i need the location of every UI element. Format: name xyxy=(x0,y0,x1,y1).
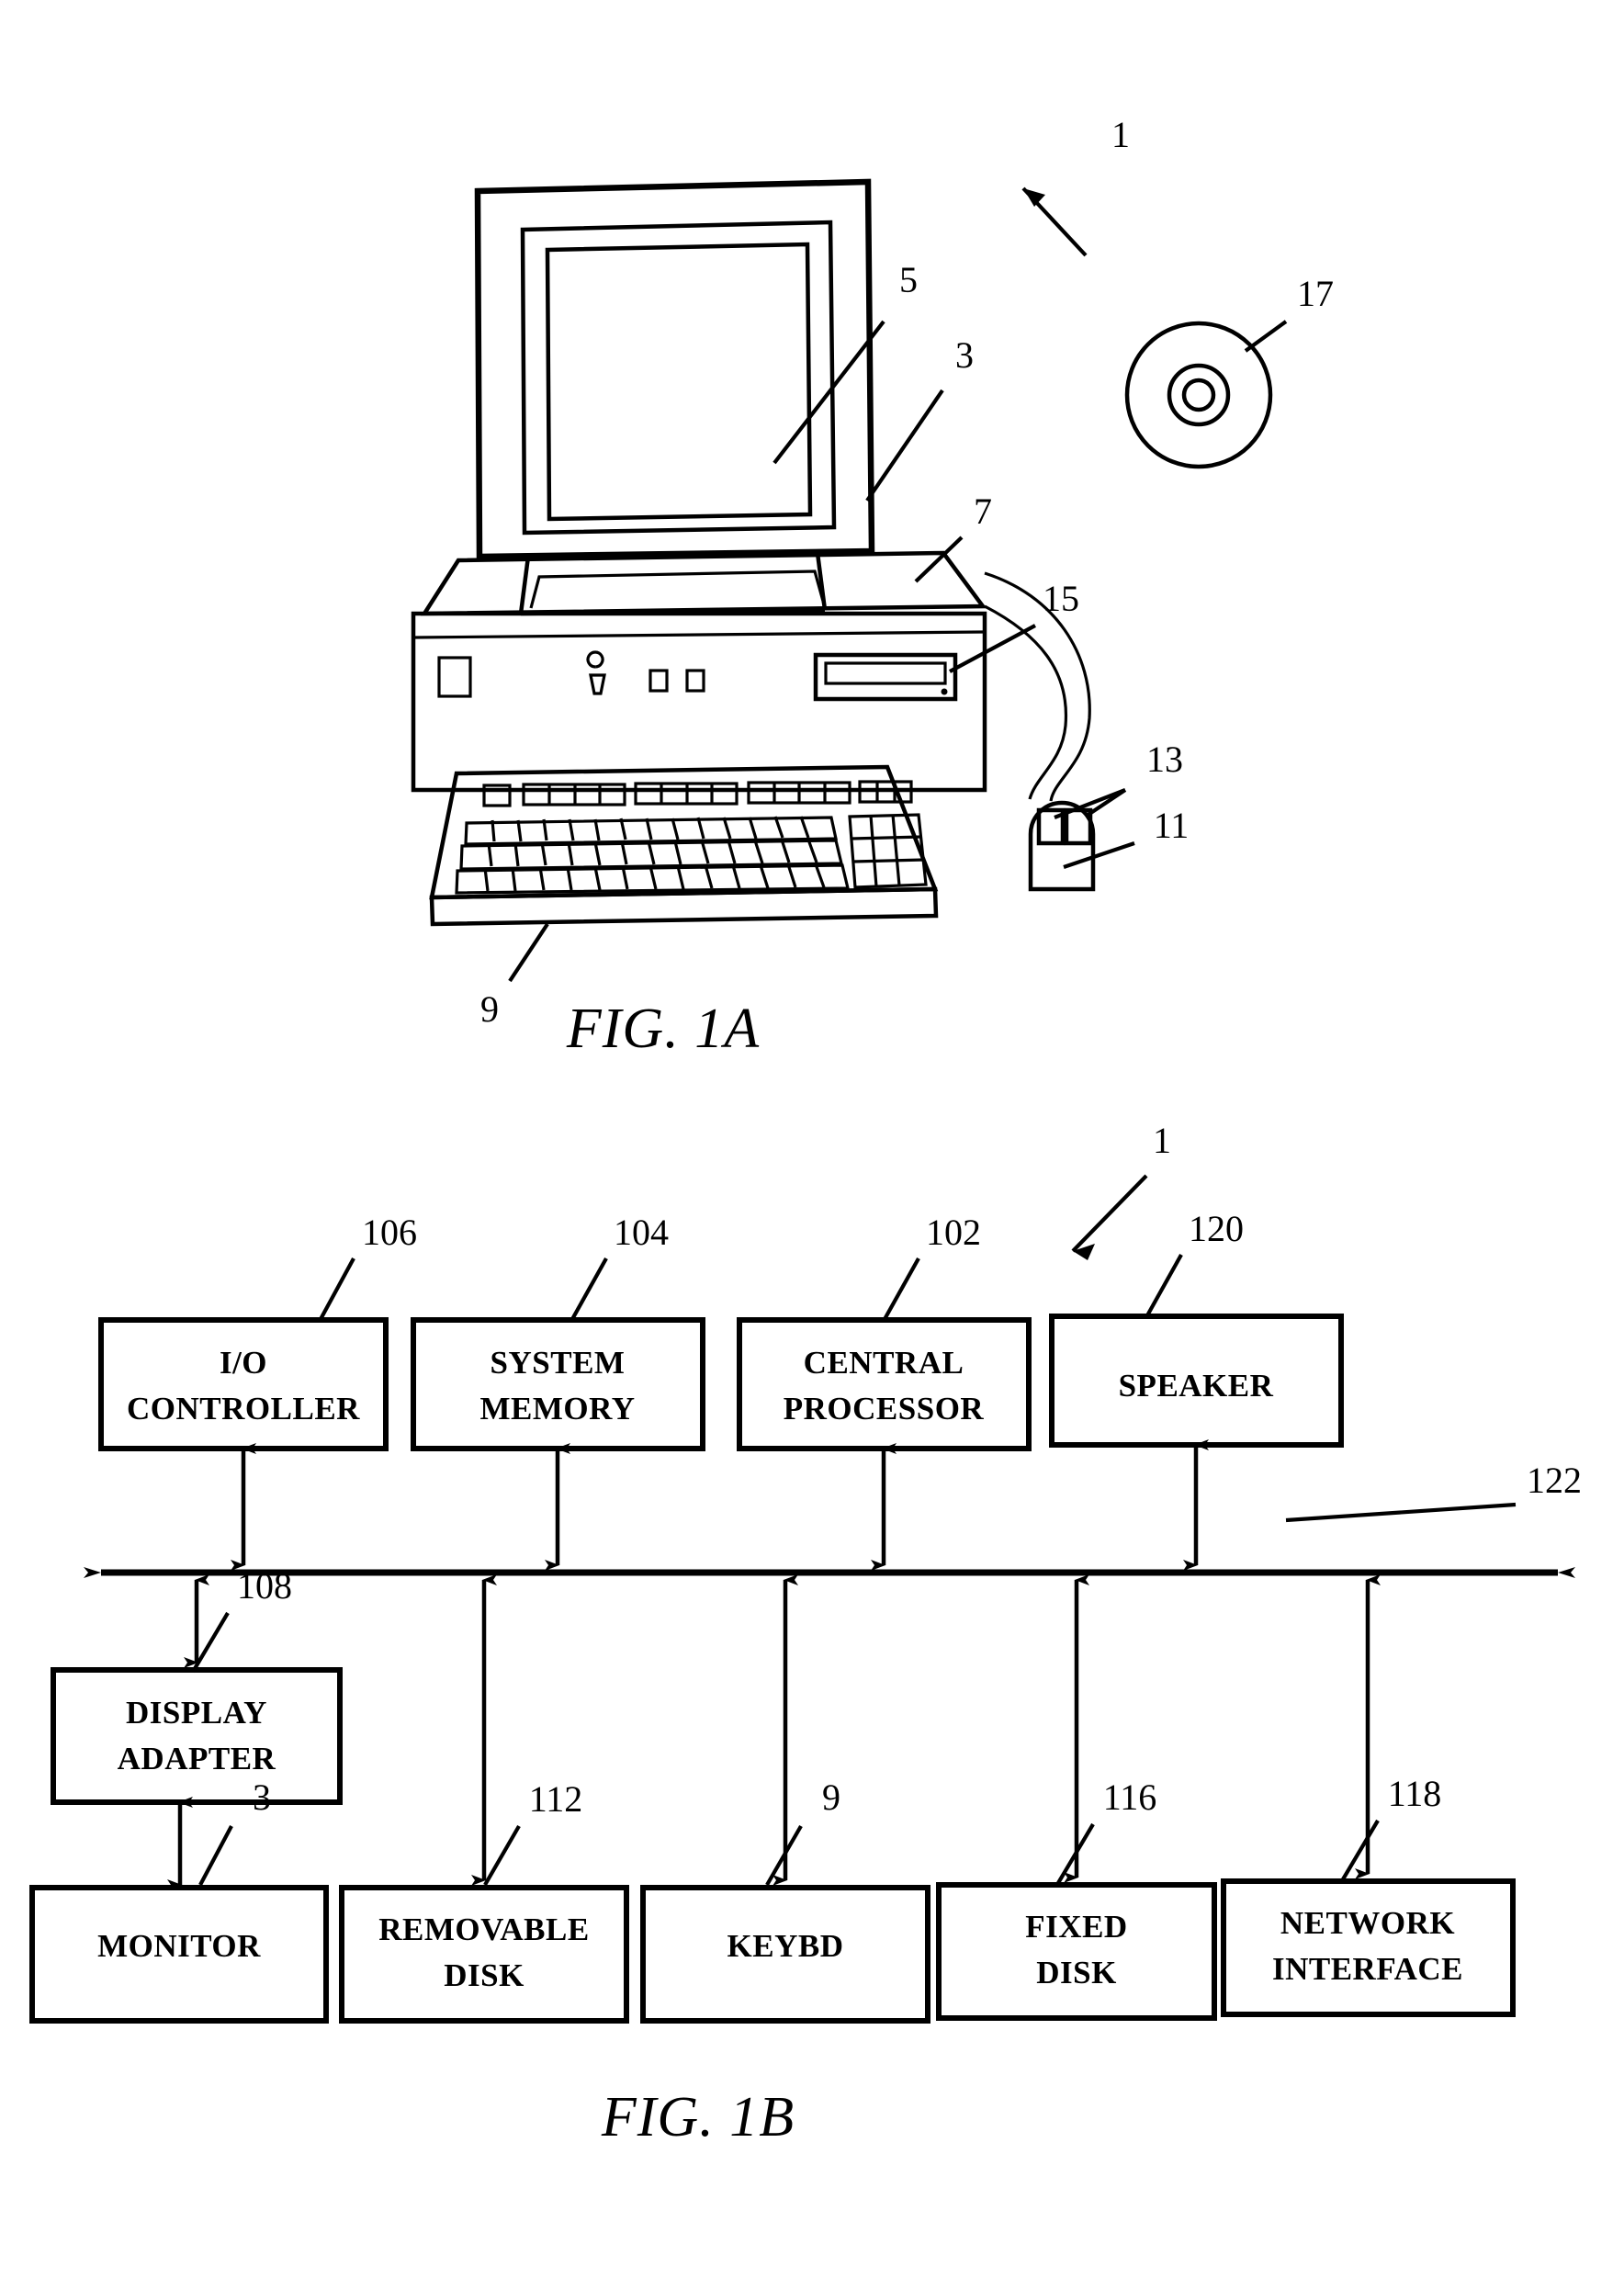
ref-108: 108 xyxy=(237,1565,292,1607)
block-display-adapter-line-2: ADAPTER xyxy=(118,1741,276,1776)
fig1a-caption: FIG. 1A xyxy=(566,998,760,1060)
block-monitor-line-1: MONITOR xyxy=(97,1928,261,1964)
mouse-illustration: 13 11 xyxy=(984,571,1190,892)
block-central-processor-line-1: CENTRAL xyxy=(804,1345,964,1381)
block-io-controller-line-2: CONTROLLER xyxy=(127,1391,360,1427)
keyboard-illustration: 9 xyxy=(429,764,939,1030)
fig1a-ref-3-text: 3 xyxy=(955,334,974,376)
block-system-memory-line-1: SYSTEM xyxy=(491,1345,626,1381)
block-removable-disk-line-2: DISK xyxy=(444,1957,524,1993)
ref-104: 104 xyxy=(614,1212,669,1253)
ref-9: 9 xyxy=(822,1776,840,1818)
fig1a-ref-7-text: 7 xyxy=(974,491,992,532)
figure-1b: 1 I/O CONTROLLER 106 SYSTEM MEMORY 104 C… xyxy=(29,1120,1582,2148)
fig1b-ref-1: 1 xyxy=(1071,1120,1171,1260)
fig1b-ref-1-text: 1 xyxy=(1153,1120,1171,1161)
patent-drawing-sheet: 1 5 3 7 15 9 13 11 17 FIG. 1A 1 I/O CONT… xyxy=(0,0,1624,2278)
ref-106: 106 xyxy=(362,1212,417,1253)
monitor-illustration: 5 3 xyxy=(474,178,974,616)
optical-disc-illustration: 17 xyxy=(1124,273,1334,469)
system-bus: 122 xyxy=(84,1460,1582,1578)
block-fixed-disk-line-2: DISK xyxy=(1036,1955,1117,1990)
fig1a-ref-1: 1 xyxy=(1021,114,1130,257)
fig1a-ref-5-text: 5 xyxy=(899,259,918,300)
fig1a-ref-1-text: 1 xyxy=(1111,114,1130,155)
figure-1a: 1 5 3 7 15 9 13 11 17 FIG. 1A xyxy=(411,114,1334,1060)
ref-3: 3 xyxy=(253,1776,271,1818)
block-speaker[interactable]: SPEAKER 120 xyxy=(1049,1208,1344,1448)
fig1a-ref-11-text: 11 xyxy=(1154,805,1190,846)
block-system-memory-line-2: MEMORY xyxy=(480,1391,636,1427)
block-network-interface-line-2: INTERFACE xyxy=(1272,1951,1463,1987)
ref-116: 116 xyxy=(1103,1776,1157,1818)
block-removable-disk-line-1: REMOVABLE xyxy=(378,1911,589,1947)
system-unit-illustration: 7 15 xyxy=(411,491,1079,793)
block-keybd-line-1: KEYBD xyxy=(727,1928,844,1964)
fig1b-caption: FIG. 1B xyxy=(601,2086,795,2148)
ref-122: 122 xyxy=(1527,1460,1582,1501)
block-central-processor[interactable]: CENTRAL PROCESSOR 102 xyxy=(737,1212,1032,1451)
block-fixed-disk-line-1: FIXED xyxy=(1025,1909,1127,1945)
block-io-controller[interactable]: I/O CONTROLLER 106 xyxy=(98,1212,417,1451)
fig1a-ref-13-text: 13 xyxy=(1146,739,1183,780)
block-io-controller-line-1: I/O xyxy=(220,1345,267,1381)
block-system-memory[interactable]: SYSTEM MEMORY 104 xyxy=(411,1212,705,1451)
block-display-adapter-line-1: DISPLAY xyxy=(126,1695,267,1731)
block-speaker-line-1: SPEAKER xyxy=(1119,1368,1274,1404)
fig1a-ref-9-text: 9 xyxy=(480,988,499,1030)
fig1a-ref-17-text: 17 xyxy=(1297,273,1334,314)
ref-112: 112 xyxy=(529,1778,583,1820)
ref-118: 118 xyxy=(1388,1773,1442,1814)
block-central-processor-line-2: PROCESSOR xyxy=(784,1391,985,1427)
block-network-interface-line-1: NETWORK xyxy=(1280,1905,1455,1941)
ref-102: 102 xyxy=(926,1212,981,1253)
ref-120: 120 xyxy=(1189,1208,1244,1249)
fig1a-ref-15-text: 15 xyxy=(1043,578,1079,619)
